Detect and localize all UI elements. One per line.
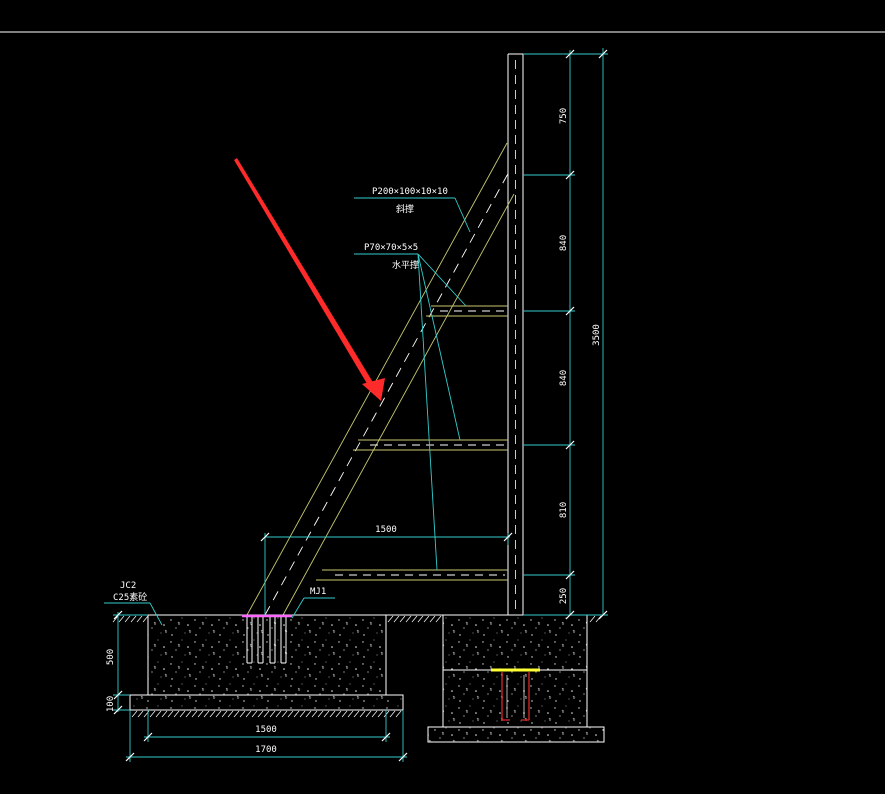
ground-hatch-stroke <box>293 710 300 718</box>
steel-column <box>507 53 524 615</box>
ground-hatch-stroke <box>275 710 282 718</box>
ground-hatch-stroke <box>371 710 378 718</box>
ground-hatch-stroke <box>233 710 240 718</box>
diag-brace-spec-label: P200×100×10×10 <box>372 187 448 197</box>
ground-hatch-stroke <box>287 710 294 718</box>
ground-hatch-stroke <box>387 615 394 623</box>
ground-hatch-stroke <box>215 710 222 718</box>
ground-hatch-stroke <box>227 710 234 718</box>
ground-hatch-stroke <box>239 710 246 718</box>
ground-hatch-stroke <box>435 615 442 623</box>
ground-hatch-stroke <box>118 615 125 623</box>
brace-span-label: 1500 <box>375 525 397 535</box>
diag-brace-leader <box>354 197 471 233</box>
ground-hatch-stroke <box>131 710 138 718</box>
ground-hatch-stroke <box>389 710 396 718</box>
ground-hatch-stroke <box>173 710 180 718</box>
ground-hatch-stroke <box>347 710 354 718</box>
ground-hatch-stroke <box>399 615 406 623</box>
left-footing <box>129 614 404 711</box>
ground-hatch-under-left-pad <box>131 710 402 718</box>
ground-hatch-stroke <box>417 615 424 623</box>
ground-hatch-stroke <box>311 710 318 718</box>
dim-total-height: 3500 <box>592 324 602 346</box>
footing-width-label: 1500 <box>255 725 277 735</box>
horizontal-brace-middle <box>353 439 508 451</box>
horiz-brace-name-label: 水平撑 <box>392 259 419 271</box>
ground-hatch-stroke <box>377 710 384 718</box>
ground-hatch-stroke <box>305 710 312 718</box>
dim-segment-5: 250 <box>559 588 569 604</box>
ground-hatch-stroke <box>124 615 131 623</box>
cad-drawing-canvas: 750 840 840 810 250 3500 1500 P200×100×1… <box>0 31 885 762</box>
pad-width-label: 1700 <box>255 745 277 755</box>
ground-hatch-stroke <box>245 710 252 718</box>
ground-hatch-stroke <box>167 710 174 718</box>
ground-hatch-stroke <box>197 710 204 718</box>
embed-plate-tag: MJ1 <box>310 587 326 597</box>
footing-pad-label: 100 <box>106 696 116 712</box>
ground-hatch-stroke <box>299 710 306 718</box>
ground-hatch-stroke <box>137 710 144 718</box>
ground-hatch-stroke <box>359 710 366 718</box>
ground-hatch-stroke <box>203 710 210 718</box>
ground-hatch-stroke <box>595 615 602 623</box>
right-footing <box>427 614 605 743</box>
ground-hatch-stroke <box>269 710 276 718</box>
ground-hatch-stroke <box>411 615 418 623</box>
horiz-brace-leader <box>354 253 467 571</box>
ground-hatch-stroke <box>365 710 372 718</box>
dim-segment-3: 840 <box>559 370 569 386</box>
ground-hatch-stroke <box>221 710 228 718</box>
dim-segment-1: 750 <box>559 108 569 124</box>
diag-brace-name-label: 斜撑 <box>396 203 414 215</box>
ground-hatch-stroke <box>317 710 324 718</box>
ground-hatch-stroke <box>353 710 360 718</box>
ground-hatch-stroke <box>429 615 436 623</box>
ground-hatch-stroke <box>136 615 143 623</box>
ground-hatch-stroke <box>589 615 596 623</box>
ground-hatch-stroke <box>209 710 216 718</box>
ground-hatch-stroke <box>185 710 192 718</box>
ground-hatch-stroke <box>329 710 336 718</box>
dim-segment-4: 810 <box>559 502 569 518</box>
ground-hatch-stroke <box>161 710 168 718</box>
concrete-grade-label: C25素砼 <box>113 591 147 603</box>
ground-hatch-stroke <box>393 615 400 623</box>
ground-hatch-stroke <box>130 615 137 623</box>
ground-hatch-stroke <box>142 615 149 623</box>
ground-hatch-stroke <box>257 710 264 718</box>
ground-hatch-stroke <box>323 710 330 718</box>
ground-hatch-stroke <box>191 710 198 718</box>
footing-depth-label: 500 <box>106 649 116 665</box>
ground-hatch-stroke <box>155 710 162 718</box>
ground-hatch-stroke <box>263 710 270 718</box>
brace-span-dimension <box>264 533 510 615</box>
horizontal-brace-top <box>426 305 508 317</box>
ground-hatch-stroke <box>149 710 156 718</box>
ground-hatch-stroke <box>341 710 348 718</box>
ground-hatch-stroke <box>383 710 390 718</box>
ground-hatch-stroke <box>179 710 186 718</box>
diagonal-brace <box>246 142 515 616</box>
horiz-brace-spec-label: P70×70×5×5 <box>364 243 418 253</box>
horizontal-brace-bottom <box>316 569 508 581</box>
ground-hatch-stroke <box>281 710 288 718</box>
red-arrow-icon <box>234 158 385 401</box>
dim-segment-2: 840 <box>559 235 569 251</box>
ground-hatch-stroke <box>251 710 258 718</box>
ground-hatch-stroke <box>423 615 430 623</box>
ground-hatch-stroke <box>335 710 342 718</box>
ground-hatch-stroke <box>405 615 412 623</box>
ground-hatch-stroke <box>395 710 402 718</box>
footing-tag: JC2 <box>120 581 136 591</box>
